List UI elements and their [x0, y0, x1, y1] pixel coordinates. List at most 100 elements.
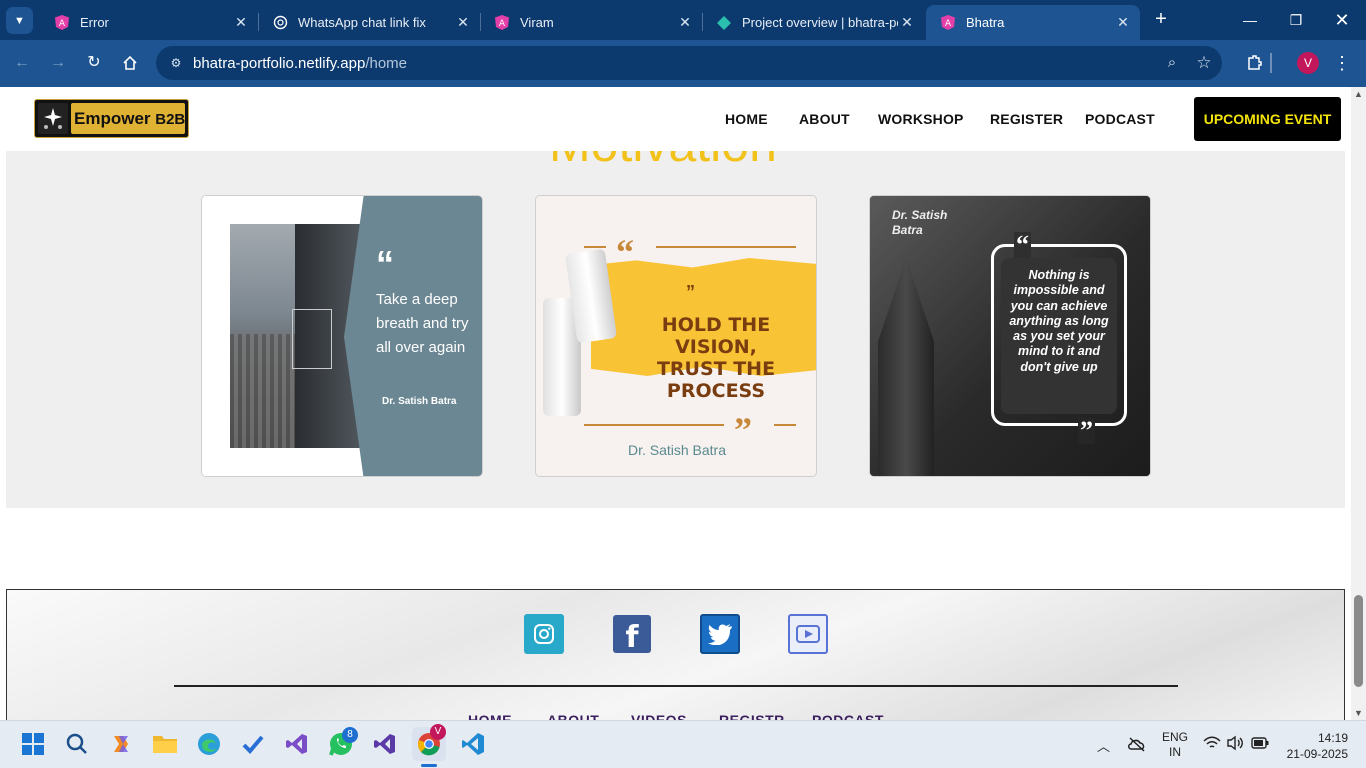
back-button[interactable]: ←	[9, 50, 35, 76]
close-tab-icon[interactable]: ✕	[676, 14, 694, 31]
copilot-app[interactable]	[106, 729, 136, 759]
minimize-button[interactable]: —	[1238, 8, 1262, 32]
language-indicator[interactable]: ENG IN	[1162, 730, 1188, 760]
todo-app[interactable]	[238, 729, 268, 759]
file-explorer-app[interactable]	[150, 729, 180, 759]
visual-studio-app[interactable]	[282, 729, 312, 759]
footer-home-link[interactable]: HOME	[468, 712, 512, 720]
visual-studio-icon	[374, 734, 395, 754]
quote-card-2[interactable]: “ ” HOLD THE VISION, TRUST THE PROCESS ”…	[535, 195, 817, 477]
start-button[interactable]	[18, 729, 48, 759]
tab-whatsapp-chat[interactable]: WhatsApp chat link fix ✕	[258, 5, 480, 40]
restore-button[interactable]: ❐	[1284, 8, 1308, 32]
quote-author: Dr. Satish Batra	[627, 442, 727, 458]
forward-button[interactable]: →	[45, 50, 71, 76]
profile-avatar[interactable]: V	[1297, 52, 1319, 74]
tab-error[interactable]: A Error ✕	[40, 5, 258, 40]
facebook-link[interactable]: f	[613, 615, 651, 655]
home-icon	[123, 55, 137, 70]
whatsapp-app[interactable]: 8	[326, 727, 358, 759]
nav-podcast-link[interactable]: PODCAST	[1085, 111, 1155, 127]
new-tab-button[interactable]: +	[1150, 9, 1172, 31]
arrow-right-icon: →	[50, 54, 66, 71]
chatgpt-icon	[272, 15, 288, 31]
youtube-link[interactable]	[788, 614, 828, 654]
nav-home-link[interactable]: HOME	[725, 111, 768, 127]
tab-strip: ▼ A Error ✕ WhatsApp chat link fix ✕ A V…	[0, 0, 1366, 40]
close-tab-icon[interactable]: ✕	[232, 14, 250, 31]
scroll-up-arrow-icon[interactable]: ▲	[1354, 89, 1363, 99]
chrome-app[interactable]: V	[412, 724, 446, 761]
page-scrollbar[interactable]: ▲ ▼	[1351, 87, 1366, 720]
upcoming-event-button[interactable]: UPCOMING EVENT	[1194, 97, 1341, 141]
close-tab-icon[interactable]: ✕	[454, 14, 472, 31]
footer-podcast-link[interactable]: PODCAST	[812, 712, 884, 720]
toolbar-divider	[1270, 53, 1272, 73]
site-info-icon[interactable]: ⚙	[164, 51, 188, 75]
divider-line	[584, 424, 724, 426]
site-logo[interactable]: Empower B2B	[34, 99, 189, 138]
arrow-left-icon: ←	[14, 54, 30, 71]
home-button[interactable]	[117, 50, 143, 76]
search-button[interactable]	[62, 729, 92, 759]
section-heading: Motivation	[549, 151, 777, 173]
nav-about-link[interactable]: ABOUT	[799, 111, 850, 127]
volume-icon[interactable]	[1226, 735, 1244, 754]
close-tab-icon[interactable]: ✕	[898, 14, 916, 31]
clock[interactable]: 14:19 21-09-2025	[1285, 730, 1348, 762]
scroll-down-arrow-icon[interactable]: ▼	[1354, 708, 1363, 718]
browser-toolbar: ← → ↻ ⚙ bhatra-portfolio.netlify.app/hom…	[0, 40, 1366, 87]
footer-register-link[interactable]: REGISTR	[719, 712, 785, 720]
close-tab-icon[interactable]: ✕	[1114, 14, 1132, 31]
quote-card-1[interactable]: “ Take a deep breath and try all over ag…	[201, 195, 483, 477]
logo-text-main: Empower	[74, 109, 156, 128]
scrollbar-thumb[interactable]	[1354, 595, 1363, 687]
url-text[interactable]: bhatra-portfolio.netlify.app/home	[193, 55, 407, 72]
address-bar[interactable]: ⚙ bhatra-portfolio.netlify.app/home ⌕ ☆	[156, 46, 1222, 80]
divider-line	[656, 246, 796, 248]
vscode-icon	[462, 733, 484, 755]
browser-window: ▼ A Error ✕ WhatsApp chat link fix ✕ A V…	[0, 0, 1366, 87]
close-window-button[interactable]: ✕	[1330, 8, 1354, 32]
menu-kebab-icon[interactable]: ⋮	[1330, 51, 1354, 75]
footer-videos-link[interactable]: VIDEOS	[631, 712, 687, 720]
nav-register-link[interactable]: REGISTER	[990, 111, 1063, 127]
facebook-icon: f	[625, 619, 639, 655]
bookmark-star-icon[interactable]: ☆	[1192, 51, 1216, 75]
tab-search-button[interactable]: ▼	[6, 7, 33, 34]
tab-title: Viram	[520, 15, 554, 30]
visual-studio-app-2[interactable]	[370, 729, 400, 759]
footer-about-link[interactable]: ABOUT	[547, 712, 599, 720]
glass-ledge-image	[292, 309, 332, 369]
netlify-icon	[716, 15, 732, 31]
twitter-link[interactable]	[700, 614, 740, 654]
reload-button[interactable]: ↻	[81, 50, 107, 76]
checkmark-icon	[242, 735, 264, 754]
clock-time: 14:19	[1317, 731, 1348, 745]
whatsapp-badge: 8	[342, 727, 358, 743]
quote-mark-icon: “	[376, 243, 394, 284]
site-header: Empower B2B HOME ABOUT WORKSHOP REGISTER…	[0, 87, 1351, 151]
zoom-icon[interactable]: ⌕	[1160, 51, 1184, 75]
wifi-icon[interactable]	[1203, 736, 1221, 753]
instagram-icon	[534, 624, 554, 644]
tab-project-overview[interactable]: Project overview | bhatra-po ✕	[702, 5, 924, 40]
show-hidden-icons-chevron[interactable]: ︿	[1097, 736, 1110, 755]
tab-title: WhatsApp chat link fix	[298, 15, 426, 30]
angular-icon: A	[940, 15, 956, 31]
quote-author: Dr. Satish Batra	[382, 396, 457, 407]
quote-panel: “ Take a deep breath and try all over ag…	[344, 196, 482, 476]
extensions-icon[interactable]	[1242, 51, 1266, 75]
instagram-link[interactable]	[524, 614, 564, 654]
onedrive-offline-icon[interactable]	[1127, 736, 1147, 755]
vscode-app[interactable]	[458, 729, 488, 759]
clock-date: 21-09-2025	[1286, 747, 1348, 761]
battery-icon[interactable]	[1251, 737, 1269, 752]
quote-card-3[interactable]: Dr. Satish Batra “ Nothing is impossible…	[869, 195, 1151, 477]
twitter-icon	[708, 624, 732, 645]
nav-workshop-link[interactable]: WORKSHOP	[878, 111, 964, 127]
tab-viram[interactable]: A Viram ✕	[480, 5, 702, 40]
tab-bhatra[interactable]: A Bhatra ✕	[926, 5, 1140, 40]
logo-text: Empower B2B	[71, 103, 185, 134]
edge-app[interactable]	[194, 729, 224, 759]
